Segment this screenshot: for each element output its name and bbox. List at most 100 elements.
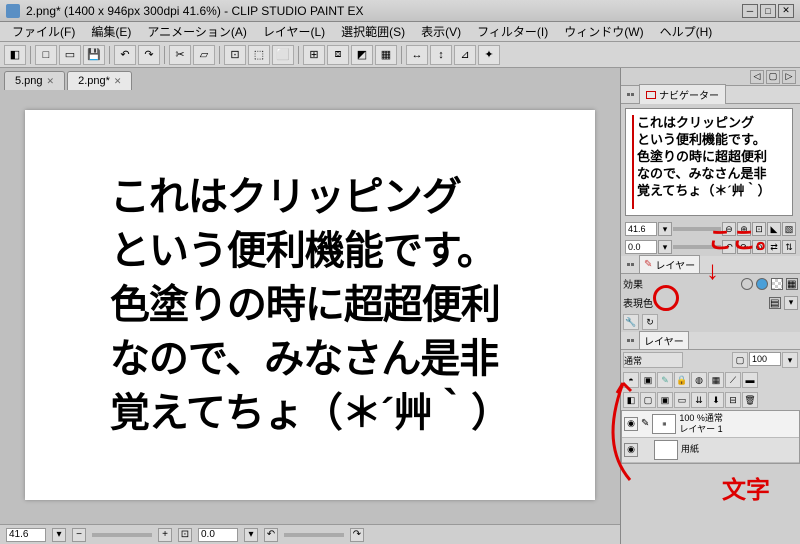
nav-rotate-slider[interactable] xyxy=(673,245,721,249)
zoom-out-icon[interactable]: ⊖ xyxy=(722,222,736,236)
navigator-preview[interactable]: これはクリッピング という便利機能です。 色塗りの時に超超便利 なので、みなさん… xyxy=(625,108,793,216)
flip-icon[interactable]: ◣ xyxy=(767,222,781,236)
menu-select[interactable]: 選択範囲(S) xyxy=(333,21,413,42)
menu-layer[interactable]: レイヤー(L) xyxy=(255,21,333,42)
border-effect-icon[interactable] xyxy=(741,278,753,290)
pin-icon[interactable]: ▢ xyxy=(766,70,780,84)
nav-rotate-input[interactable] xyxy=(625,240,657,254)
undo-button[interactable]: ↶ xyxy=(114,45,136,65)
drag-handle-icon[interactable] xyxy=(625,339,635,342)
clip-mask-icon[interactable]: ◓ xyxy=(623,372,639,388)
flip-v-icon[interactable]: ⇅ xyxy=(782,240,796,254)
color-mode-icon[interactable]: ▤ xyxy=(769,297,781,309)
visibility-icon[interactable]: ◉ xyxy=(624,443,638,457)
mask-enable-icon[interactable]: ▦ xyxy=(708,372,724,388)
rotate-input[interactable] xyxy=(198,528,238,542)
zoom-in-icon[interactable]: ⊕ xyxy=(737,222,751,236)
dropdown-icon[interactable]: ▾ xyxy=(782,352,798,368)
cut-button[interactable]: ✂ xyxy=(169,45,191,65)
layer-color-icon[interactable]: ▬ xyxy=(742,372,758,388)
close-icon[interactable]: ✕ xyxy=(47,76,55,87)
delete-button[interactable]: ▱ xyxy=(193,45,215,65)
menu-file[interactable]: ファイル(F) xyxy=(4,21,83,42)
menu-window[interactable]: ウィンドウ(W) xyxy=(556,21,651,42)
redo-button[interactable]: ↷ xyxy=(138,45,160,65)
tab-5png[interactable]: 5.png ✕ xyxy=(4,71,65,90)
drag-handle-icon[interactable] xyxy=(625,263,635,266)
deselect-button[interactable]: ⧈ xyxy=(327,45,349,65)
menu-edit[interactable]: 編集(E) xyxy=(83,21,139,42)
collapse-left-icon[interactable]: ◁ xyxy=(750,70,764,84)
combine-icon[interactable]: ⊟ xyxy=(725,392,741,408)
dropdown-icon[interactable]: ▾ xyxy=(784,296,798,310)
rotate-left-icon[interactable]: ↶ xyxy=(722,240,736,254)
new-button[interactable]: □ xyxy=(35,45,57,65)
lock-icon[interactable]: 🔒 xyxy=(674,372,690,388)
nav-zoom-input[interactable] xyxy=(625,222,657,236)
lock-alpha-icon[interactable]: ◍ xyxy=(691,372,707,388)
rotate-right-icon[interactable]: ↷ xyxy=(737,240,751,254)
select-all-button[interactable]: ⊞ xyxy=(303,45,325,65)
layer-item-paper[interactable]: ◉ 用紙 xyxy=(622,438,799,463)
mask-icon[interactable]: ▢ xyxy=(732,352,748,368)
csp-icon[interactable]: ◧ xyxy=(4,45,26,65)
reset-icon[interactable]: ↻ xyxy=(642,314,658,330)
visibility-icon[interactable]: ◉ xyxy=(624,417,638,431)
ruler-h-icon[interactable]: ↔ xyxy=(406,45,428,65)
dropdown-icon[interactable]: ▾ xyxy=(52,528,66,542)
nav-zoom-slider[interactable] xyxy=(673,227,721,231)
transfer-icon[interactable]: ⇊ xyxy=(691,392,707,408)
zoom-slider[interactable] xyxy=(92,533,152,537)
layer-item-1[interactable]: ◉ ✎ ▦ 100 %通常 レイヤー 1 xyxy=(622,411,799,438)
transform-button[interactable]: ⬜ xyxy=(272,45,294,65)
canvas-viewport[interactable]: これはクリッピング という便利機能です。 色塗りの時に超超便利 なので、みなさん… xyxy=(0,90,620,524)
rotate-right-icon[interactable]: ↷ xyxy=(350,528,364,542)
merge-icon[interactable]: ⬇ xyxy=(708,392,724,408)
rotate-slider[interactable] xyxy=(284,533,344,537)
ruler-v-icon[interactable]: ↕ xyxy=(430,45,452,65)
extract-line-icon[interactable]: ▦ xyxy=(786,278,798,290)
fit-icon[interactable]: ⊡ xyxy=(178,528,192,542)
ref-layer-icon[interactable]: ▣ xyxy=(640,372,656,388)
rotate-left-icon[interactable]: ↶ xyxy=(264,528,278,542)
blend-mode-select[interactable]: 通常 xyxy=(623,352,683,368)
wrench-icon[interactable]: 🔧 xyxy=(623,314,639,330)
menu-help[interactable]: ヘルプ(H) xyxy=(652,21,721,42)
palette-icon[interactable]: ◧ xyxy=(623,392,639,408)
drag-handle-icon[interactable] xyxy=(625,93,635,96)
zoom-out-icon[interactable]: − xyxy=(72,528,86,542)
zoom-in-icon[interactable]: + xyxy=(158,528,172,542)
crop-button[interactable]: ⊡ xyxy=(224,45,246,65)
menu-animation[interactable]: アニメーション(A) xyxy=(139,21,255,42)
menu-filter[interactable]: フィルター(I) xyxy=(469,21,556,42)
border-button[interactable]: ▦ xyxy=(375,45,397,65)
dropdown-icon[interactable]: ▾ xyxy=(658,222,672,236)
new-layer-icon[interactable]: ▢ xyxy=(640,392,656,408)
flip-h-icon[interactable]: ⇄ xyxy=(767,240,781,254)
snap-button[interactable]: ⊿ xyxy=(454,45,476,65)
tab-2png[interactable]: 2.png* ✕ xyxy=(67,71,132,90)
delete-layer-icon[interactable]: 🗑 xyxy=(742,392,758,408)
opacity-input[interactable]: 100 xyxy=(749,352,781,366)
minimize-button[interactable]: ─ xyxy=(742,4,758,18)
close-icon[interactable]: ✕ xyxy=(114,76,122,87)
maximize-button[interactable]: □ xyxy=(760,4,776,18)
draft-icon[interactable]: ✎ xyxy=(657,372,673,388)
dropdown-icon[interactable]: ▾ xyxy=(244,528,258,542)
ruler-icon[interactable]: ⟋ xyxy=(725,372,741,388)
layer-tab[interactable]: レイヤー xyxy=(639,331,689,350)
zoom-input[interactable] xyxy=(6,528,46,542)
tool-icon[interactable]: ▧ xyxy=(782,222,796,236)
reset-icon[interactable]: ⊙ xyxy=(752,240,766,254)
tone-effect-icon[interactable] xyxy=(771,278,783,290)
open-button[interactable]: ▭ xyxy=(59,45,81,65)
layerprop-tab[interactable]: ✎ レイヤー xyxy=(639,255,700,274)
invert-button[interactable]: ◩ xyxy=(351,45,373,65)
frame-icon[interactable]: ▭ xyxy=(674,392,690,408)
fill-button[interactable]: ⬚ xyxy=(248,45,270,65)
navigator-tab[interactable]: ナビゲーター xyxy=(639,84,726,105)
grid-button[interactable]: ✦ xyxy=(478,45,500,65)
dropdown-icon[interactable]: ▾ xyxy=(658,240,672,254)
color-effect-icon[interactable] xyxy=(756,278,768,290)
fit-icon[interactable]: ⊡ xyxy=(752,222,766,236)
